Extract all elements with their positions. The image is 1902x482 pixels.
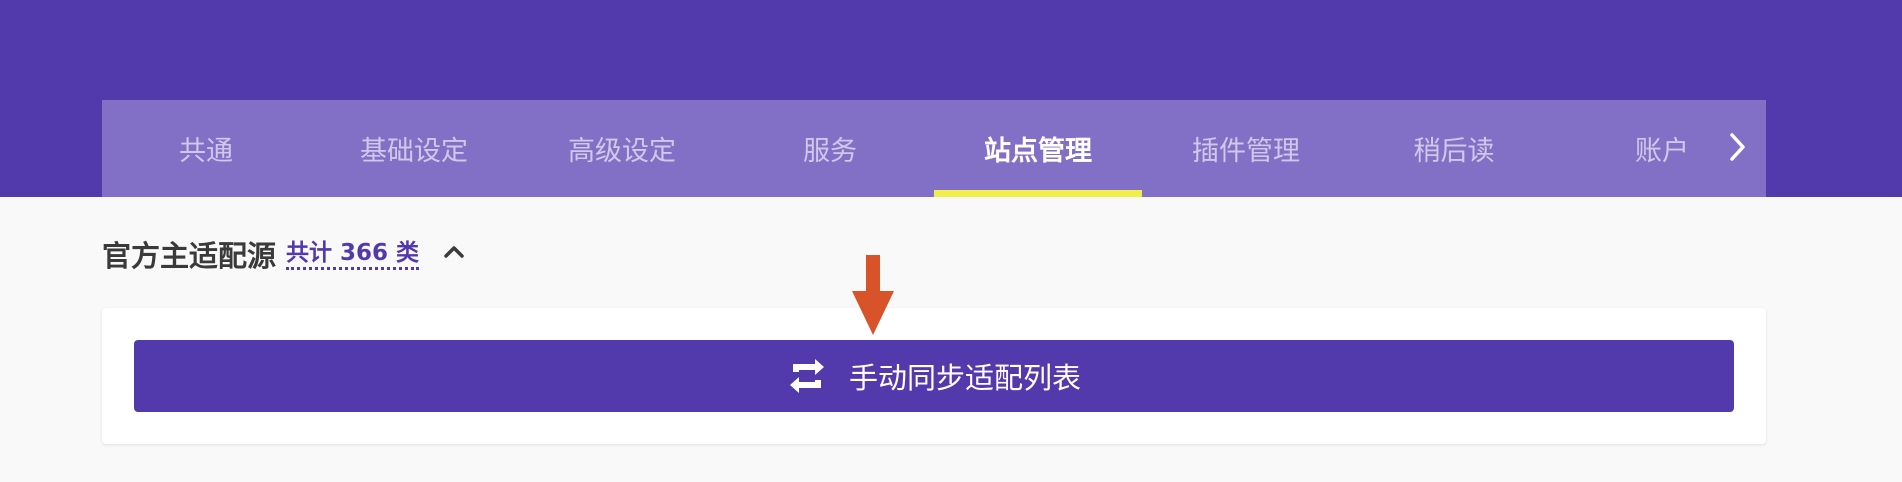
tab-basic-settings[interactable]: 基础设定: [310, 100, 518, 197]
sync-icon: [787, 357, 827, 395]
collapse-button[interactable]: [439, 239, 469, 269]
tabs-next-button[interactable]: [1710, 100, 1766, 197]
manual-sync-button[interactable]: 手动同步适配列表: [134, 340, 1734, 412]
tab-services[interactable]: 服务: [726, 100, 934, 197]
tab-plugin-management[interactable]: 插件管理: [1142, 100, 1350, 197]
section-count-link[interactable]: 共计 366 类: [286, 239, 420, 270]
tab-site-management[interactable]: 站点管理: [934, 100, 1142, 197]
section-title: 官方主适配源: [102, 239, 277, 273]
settings-tabs: 共通 基础设定 高级设定 服务 站点管理 插件管理 稍后读 账户: [102, 100, 1766, 197]
section-header: 官方主适配源 共计 366 类: [102, 232, 469, 276]
sync-card: 手动同步适配列表: [102, 308, 1766, 444]
chevron-up-icon: [443, 244, 465, 264]
chevron-right-icon: [1728, 132, 1748, 166]
tab-advanced-settings[interactable]: 高级设定: [518, 100, 726, 197]
manual-sync-label: 手动同步适配列表: [848, 361, 1081, 395]
tab-common[interactable]: 共通: [102, 100, 310, 197]
tab-read-later[interactable]: 稍后读: [1350, 100, 1558, 197]
arrow-down-icon: [852, 255, 894, 335]
